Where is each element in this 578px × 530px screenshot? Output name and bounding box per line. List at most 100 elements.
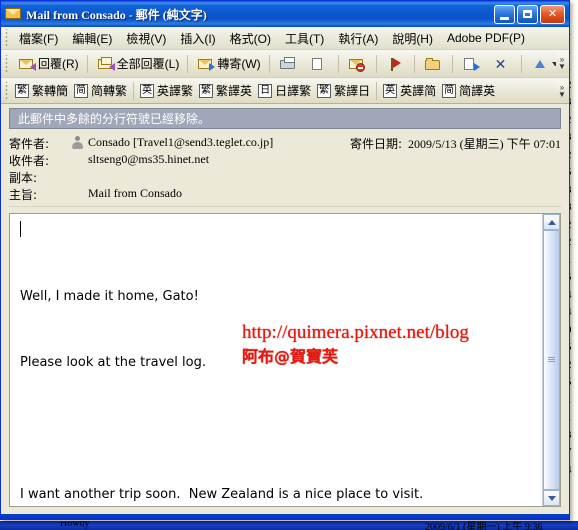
watermark-overlay: http://quimera.pixnet.net/blog 阿布@賀寶芙 [242, 321, 469, 369]
trad-to-ja-icon: 繁 [317, 83, 332, 98]
forward-icon [196, 55, 216, 73]
translation-toolbar-grip[interactable] [3, 81, 10, 100]
reply-all-button[interactable]: 全部回覆(L) [91, 52, 185, 75]
scroll-thumb[interactable] [543, 230, 560, 490]
toolbar-separator [133, 81, 135, 100]
menu-insert[interactable]: 插入(I) [173, 28, 222, 49]
subject-label: 主旨: [9, 188, 38, 202]
arrow-up-icon [547, 219, 556, 225]
menu-adobe-pdf[interactable]: Adobe PDF(P) [440, 29, 532, 47]
delete-icon: ✕ [494, 55, 507, 72]
menu-actions[interactable]: 執行(A) [331, 28, 385, 49]
to-value[interactable]: sltseng0@ms35.hinet.net [88, 152, 209, 167]
move-to-folder-icon [423, 55, 442, 73]
trad-to-simp-label: 繁轉簡 [32, 84, 69, 98]
contact-icon [71, 136, 84, 149]
toolbar-separator [268, 54, 270, 73]
flag-icon [385, 55, 404, 73]
mail-message-window: Mail from Consado - 郵件 (純文字) ✕ 檔案(F) 編輯(… [0, 0, 570, 520]
ja-to-trad-icon: 日 [258, 83, 273, 98]
next-item-button[interactable] [572, 52, 578, 75]
menu-file[interactable]: 檔案(F) [12, 28, 65, 49]
message-header: 寄件者: Consado [Travel1@send3.teglet.co.jp… [1, 129, 569, 211]
menu-format[interactable]: 格式(O) [223, 28, 278, 49]
simp-to-trad-icon: 简 [74, 83, 89, 98]
copy-button[interactable] [304, 52, 335, 75]
scroll-thumb-grip [548, 357, 555, 363]
window-bottom-edge [1, 514, 569, 519]
reply-all-label: 全部回覆(L) [116, 57, 180, 71]
menu-help[interactable]: 說明(H) [385, 28, 440, 49]
create-rule-button[interactable] [456, 52, 487, 75]
arrow-down-icon [547, 495, 556, 501]
en-to-trad-label: 英譯繁 [157, 84, 194, 98]
minimize-button[interactable] [494, 4, 515, 24]
simp-to-trad-button[interactable]: 简 简轉繁 [71, 80, 130, 102]
simp-to-en-icon: 简 [442, 83, 457, 98]
toolbar-separator [187, 54, 189, 73]
to-label: 收件者: [9, 154, 50, 168]
toolbar-overflow-button[interactable]: » ▼ [556, 53, 568, 73]
trad-to-ja-button[interactable]: 繁 繁譯日 [314, 80, 373, 102]
print-icon [278, 55, 297, 73]
block-sender-button[interactable] [342, 52, 373, 75]
info-bar-message: 此郵件中多餘的分行符號已經移除。 [18, 112, 211, 126]
window-controls: ✕ [494, 4, 565, 24]
delete-button[interactable]: ✕ [487, 52, 518, 75]
forward-button[interactable]: 轉寄(W) [191, 52, 265, 75]
close-button[interactable]: ✕ [540, 4, 565, 24]
overflow-arrow-icon: ▼ [558, 90, 566, 99]
flag-button[interactable] [380, 52, 411, 75]
copy-icon [309, 55, 328, 73]
header-divider [9, 206, 561, 207]
trad-to-simp-icon: 繁 [15, 83, 29, 98]
trad-to-simp-button[interactable]: 繁 繁轉簡 [12, 80, 71, 102]
overflow-arrow-icon: ▼ [558, 62, 566, 71]
scroll-track[interactable] [543, 230, 560, 490]
en-to-simp-button[interactable]: 英 英譯简 [380, 80, 439, 102]
body-line-4: I want another trip soon. New Zealand is… [20, 487, 424, 502]
body-vertical-scrollbar[interactable] [542, 214, 560, 506]
watermark-nick: 阿布@賀寶芙 [242, 347, 339, 366]
translation-toolbar-overflow-button[interactable]: » ▼ [556, 81, 568, 101]
trad-to-en-icon: 繁 [199, 83, 214, 98]
background-window-status-text: Howdy 2009/6/1 (星期一) 上午 9:36 [0, 521, 578, 530]
en-to-trad-icon: 英 [140, 83, 155, 98]
en-to-trad-button[interactable]: 英 英譯繁 [137, 80, 196, 102]
cc-row: 副本: [9, 169, 561, 186]
block-sender-icon [347, 55, 366, 73]
from-label: 寄件者: [9, 137, 50, 151]
trad-to-en-label: 繁譯英 [216, 84, 253, 98]
sent-date-cell: 寄件日期: 2009/5/13 (星期三) 下午 07:01 [350, 135, 561, 152]
reply-label: 回覆(R) [38, 57, 79, 71]
scroll-up-button[interactable] [543, 214, 560, 230]
trad-to-en-button[interactable]: 繁 繁譯英 [196, 80, 255, 102]
simp-to-en-button[interactable]: 简 简譯英 [439, 80, 498, 102]
message-body-text[interactable]: Well, I made it home, Gato! Please look … [10, 214, 542, 506]
move-to-folder-button[interactable] [418, 52, 449, 75]
en-to-simp-icon: 英 [383, 83, 398, 98]
print-button[interactable] [273, 52, 304, 75]
menu-bar-grip[interactable] [3, 29, 10, 47]
scroll-down-button[interactable] [543, 490, 560, 506]
body-line-1: Well, I made it home, Gato! [20, 289, 199, 304]
menu-tools[interactable]: 工具(T) [278, 28, 331, 49]
ja-to-trad-button[interactable]: 日 日譯繁 [255, 80, 314, 102]
reply-icon [17, 55, 36, 73]
body-line-3 [20, 418, 536, 440]
sent-date-label: 寄件日期: [349, 137, 402, 151]
toolbar-separator [451, 54, 453, 73]
menu-edit[interactable]: 編輯(E) [65, 28, 119, 49]
window-title: Mail from Consado - 郵件 (純文字) [26, 7, 207, 22]
text-caret [20, 221, 21, 237]
watermark-url: http://quimera.pixnet.net/blog [242, 322, 469, 343]
trad-to-ja-label: 繁譯日 [334, 84, 371, 98]
info-bar[interactable]: 此郵件中多餘的分行符號已經移除。 [9, 108, 561, 129]
toolbar-grip[interactable] [3, 54, 10, 73]
menu-view[interactable]: 檢視(V) [119, 28, 173, 49]
title-bar[interactable]: Mail from Consado - 郵件 (純文字) ✕ [1, 1, 569, 27]
envelope-icon [5, 6, 21, 22]
reply-button[interactable]: 回覆(R) [12, 52, 84, 75]
maximize-button[interactable] [517, 4, 538, 24]
from-value[interactable]: Consado [Travel1@send3.teglet.co.jp] [88, 135, 273, 150]
